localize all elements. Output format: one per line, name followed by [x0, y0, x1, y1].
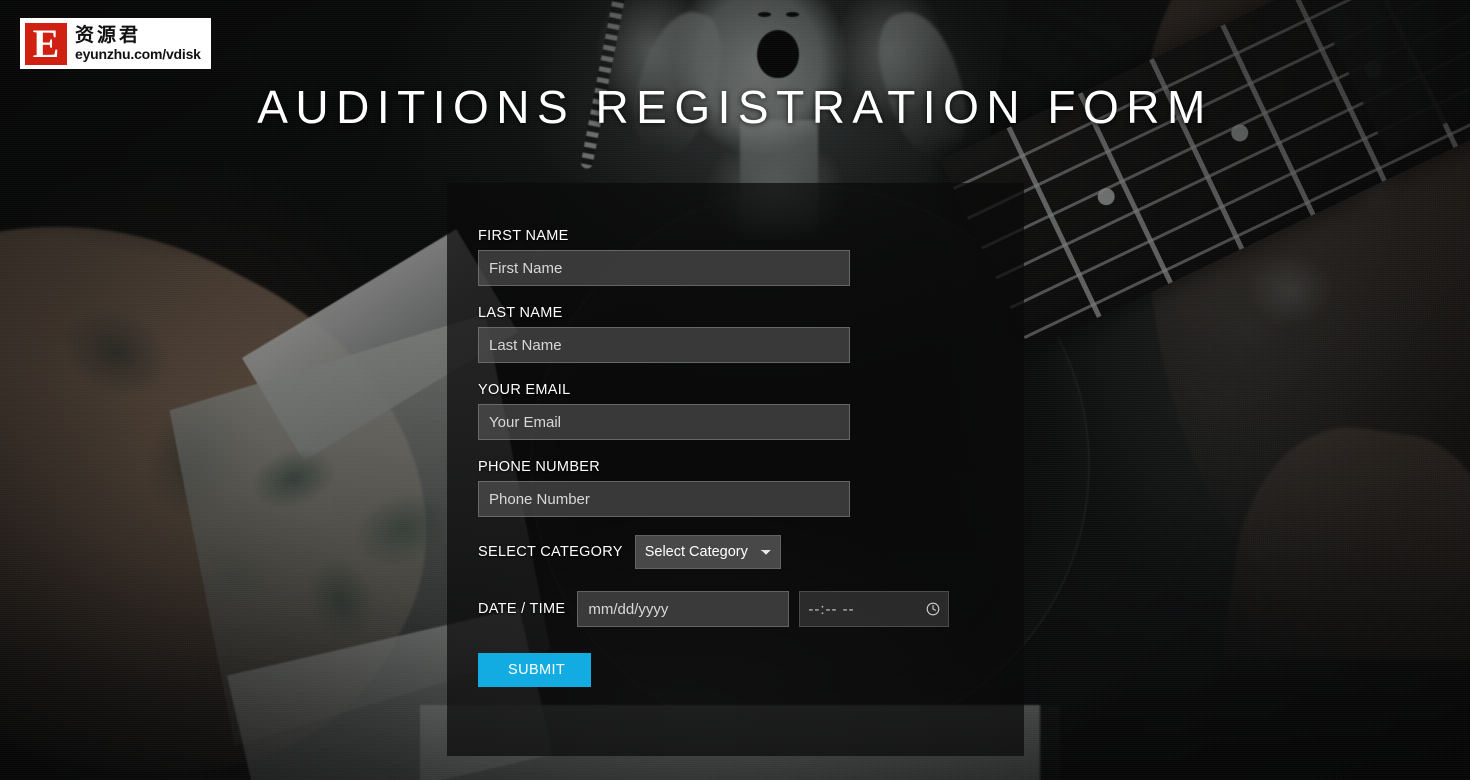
watermark-logo: E 资源君 eyunzhu.com/vdisk — [20, 18, 211, 69]
time-placeholder-text: --:-- -- — [808, 600, 855, 618]
logo-e-icon: E — [25, 20, 67, 66]
watermark-brand-cn: 资源君 — [75, 24, 142, 46]
date-input[interactable]: mm/dd/yyyy — [577, 591, 790, 627]
label-phone-number: PHONE NUMBER — [478, 459, 601, 475]
first-name-input[interactable] — [478, 250, 850, 286]
field-group-category: SELECT CATEGORY Select Category — [478, 535, 994, 569]
label-date-time: DATE / TIME — [478, 601, 566, 617]
page-title: AUDITIONS REGISTRATION FORM — [257, 81, 1213, 133]
label-first-name: FIRST NAME — [478, 228, 569, 244]
last-name-input[interactable] — [478, 327, 850, 363]
watermark-brand-url: eyunzhu.com/vdisk — [75, 46, 201, 62]
page-root: E 资源君 eyunzhu.com/vdisk AUDITIONS REGIST… — [0, 0, 1470, 780]
category-select[interactable]: Select Category — [634, 535, 781, 569]
registration-form-panel: FIRST NAME LAST NAME YOUR EMAIL PHONE NU… — [447, 183, 1024, 756]
field-group-datetime: DATE / TIME mm/dd/yyyy --:-- -- — [478, 591, 994, 627]
field-group-first-name: FIRST NAME — [478, 227, 994, 286]
logo-e-letter: E — [32, 20, 60, 66]
submit-button[interactable]: SUBMIT — [478, 653, 591, 687]
phone-number-input[interactable] — [478, 481, 850, 517]
field-group-phone: PHONE NUMBER — [478, 458, 994, 517]
email-input[interactable] — [478, 404, 850, 440]
label-last-name: LAST NAME — [478, 305, 563, 321]
field-group-email: YOUR EMAIL — [478, 381, 994, 440]
field-group-last-name: LAST NAME — [478, 304, 994, 363]
label-select-category: SELECT CATEGORY — [478, 544, 623, 560]
date-placeholder-text: mm/dd/yyyy — [588, 600, 669, 618]
watermark-text-block: 资源君 eyunzhu.com/vdisk — [75, 24, 201, 63]
clock-icon[interactable] — [926, 602, 940, 616]
label-email: YOUR EMAIL — [478, 382, 571, 398]
time-input[interactable]: --:-- -- — [799, 591, 950, 627]
